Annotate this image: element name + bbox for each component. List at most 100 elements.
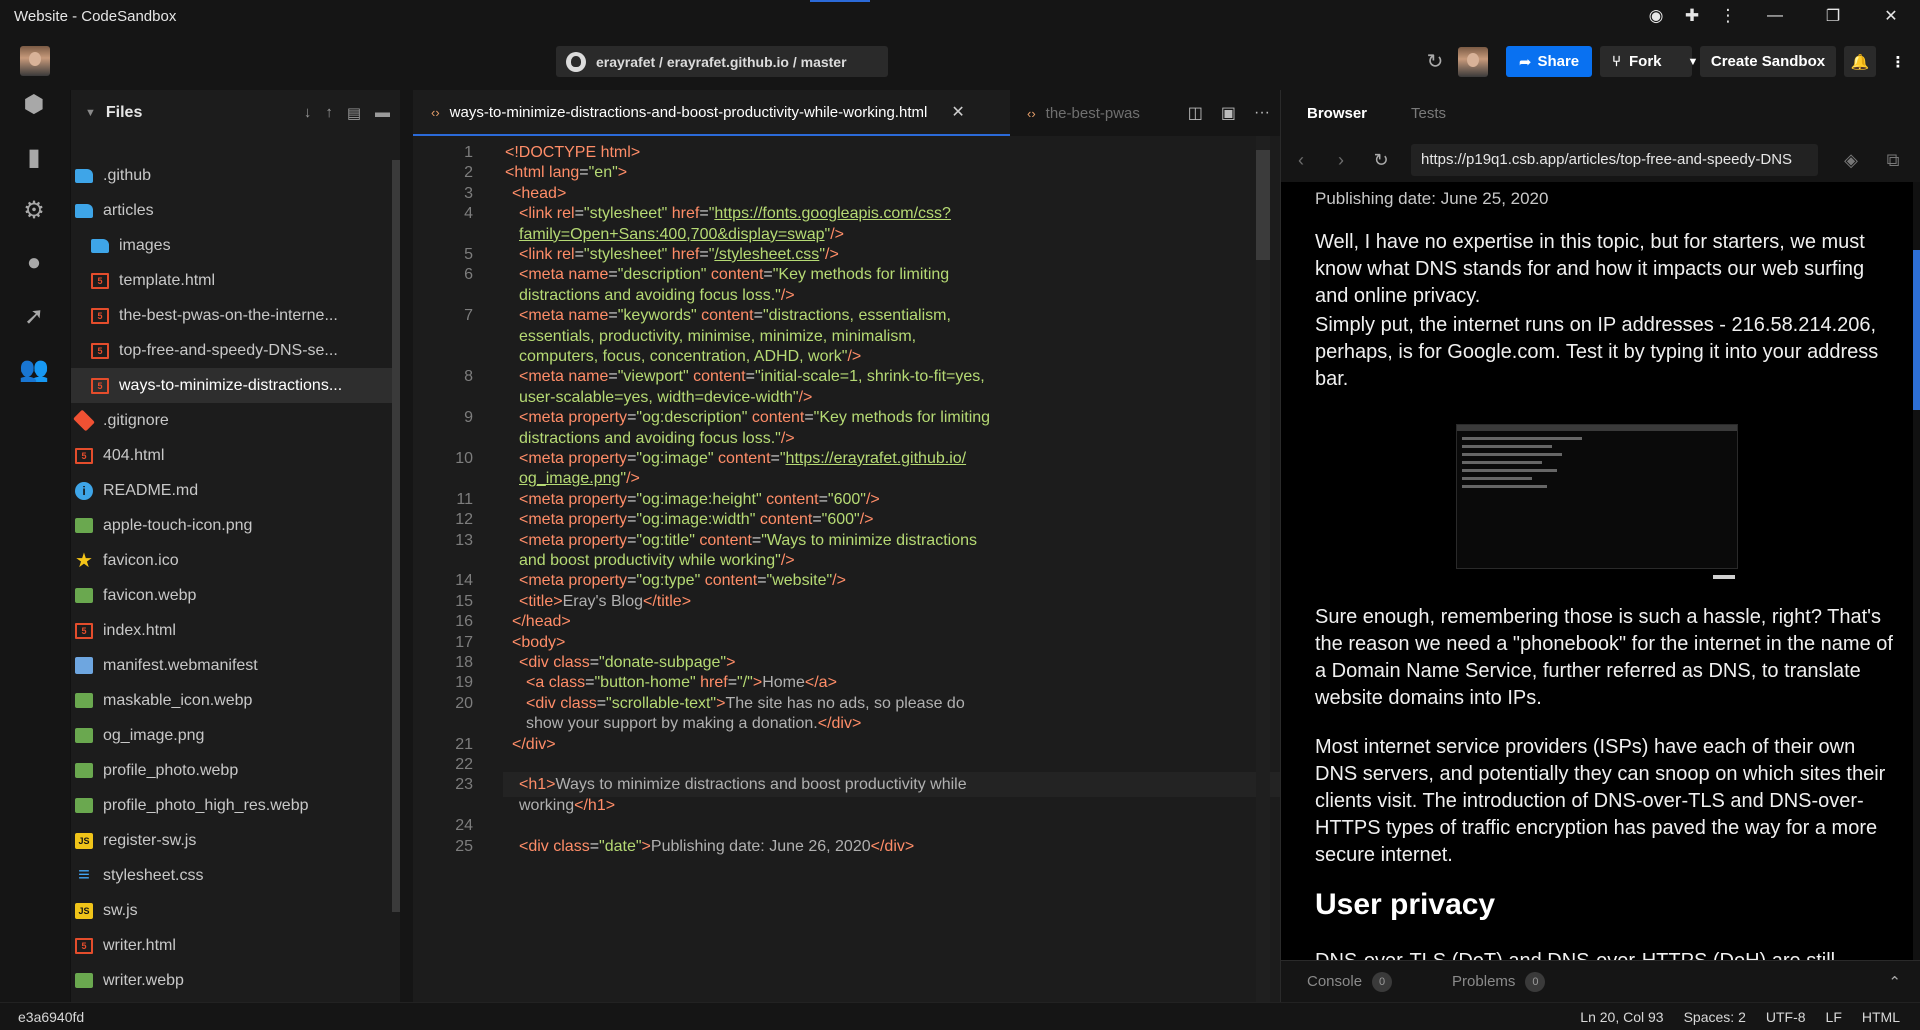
code-token: </div> — [870, 837, 915, 855]
file-item[interactable]: favicon.webp — [71, 578, 399, 613]
file-item[interactable]: JS sw.js — [71, 893, 399, 928]
refresh-icon[interactable]: ↻ — [1420, 49, 1450, 74]
file-item[interactable]: apple-touch-icon.png — [71, 508, 399, 543]
code-token: /> — [626, 470, 640, 488]
file-item[interactable]: i README.md — [71, 473, 399, 508]
fork-button[interactable]: ⑂ Fork ▼ — [1600, 46, 1698, 77]
code-token: href — [671, 205, 700, 223]
image-caption-mark — [1713, 575, 1735, 579]
back-icon[interactable]: ‹ — [1281, 150, 1321, 171]
file-item[interactable]: writer.webp — [71, 963, 399, 998]
html-icon: 5 — [75, 447, 93, 464]
sort-down-icon[interactable]: ↓ — [304, 104, 312, 122]
html-icon: 5 — [91, 307, 109, 324]
browser-menu-icon[interactable]: ⋮ — [1710, 0, 1746, 32]
file-item[interactable]: 5 ways-to-minimize-distractions... — [71, 368, 399, 403]
file-item[interactable]: 5 top-free-and-speedy-DNS-se... — [71, 333, 399, 368]
tab-tests[interactable]: Tests — [1411, 105, 1446, 122]
explorer-header[interactable]: ▼ Files ↓ ↑ ▤ ▬ — [71, 90, 400, 136]
explorer-title: Files — [105, 104, 143, 121]
file-item[interactable]: images — [71, 228, 399, 263]
cube-icon[interactable]: ⬢ — [20, 90, 48, 118]
file-item[interactable]: profile_photo_high_res.webp — [71, 788, 399, 823]
file-item[interactable]: .github — [71, 158, 399, 193]
code-token: = — [751, 531, 762, 549]
new-file-icon[interactable]: ▤ — [347, 104, 361, 122]
repo-selector[interactable]: erayrafet / erayrafet.github.io / master — [556, 46, 888, 77]
editor-more-icon[interactable]: ··· — [1254, 104, 1270, 122]
tab-inactive-file[interactable]: ‹› the-best-pwas — [1027, 90, 1140, 136]
preview-icon[interactable]: ▣ — [1221, 103, 1236, 123]
new-folder-icon[interactable]: ▬ — [375, 104, 390, 122]
more-options-icon[interactable]: ⋮ — [1884, 46, 1912, 77]
tab-active-file[interactable]: ‹› ways-to-minimize-distractions-and-boo… — [413, 90, 1010, 136]
file-item[interactable]: .gitignore — [71, 403, 399, 438]
tab-browser[interactable]: Browser — [1307, 105, 1367, 122]
file-encoding[interactable]: UTF-8 — [1766, 1009, 1806, 1025]
file-item[interactable]: ≡ stylesheet.css — [71, 858, 399, 893]
git-icon — [73, 409, 95, 432]
minimize-button[interactable]: — — [1746, 0, 1804, 32]
explorer-scrollbar[interactable] — [392, 160, 400, 912]
code-token: "keywords" — [617, 307, 702, 325]
commit-hash[interactable]: e3a6940fd — [18, 1009, 84, 1025]
code-token: /> — [780, 286, 795, 304]
line-ending[interactable]: LF — [1826, 1009, 1842, 1025]
github-activity-icon[interactable]: ● — [20, 249, 48, 277]
chevron-up-icon[interactable]: ⌃ — [1888, 973, 1901, 991]
problems-tab[interactable]: Problems — [1452, 973, 1515, 990]
gear-icon[interactable]: ⚙ — [20, 196, 48, 224]
share-button[interactable]: ➦ Share — [1506, 46, 1592, 77]
create-sandbox-button[interactable]: Create Sandbox — [1700, 46, 1836, 77]
files-icon[interactable]: ▮ — [20, 143, 48, 171]
collaborator-avatar[interactable] — [1458, 46, 1488, 77]
preview-page[interactable]: Publishing date: June 25, 2020 Well, I h… — [1281, 182, 1914, 960]
tracking-prevention-icon[interactable]: ◉ — [1638, 0, 1674, 32]
file-item[interactable]: 5 index.html — [71, 613, 399, 648]
file-item[interactable]: maskable_icon.webp — [71, 683, 399, 718]
chevron-down-icon[interactable]: ▼ — [85, 107, 96, 119]
rocket-icon[interactable]: ➚ — [20, 302, 48, 330]
indentation-setting[interactable]: Spaces: 2 — [1684, 1009, 1746, 1025]
close-window-button[interactable]: ✕ — [1862, 0, 1920, 32]
reload-icon[interactable]: ↻ — [1361, 150, 1401, 171]
sort-up-icon[interactable]: ↑ — [325, 104, 333, 122]
language-mode[interactable]: HTML — [1862, 1009, 1900, 1025]
file-item[interactable]: JS register-sw.js — [71, 823, 399, 858]
code-token: = — [589, 654, 600, 671]
file-item[interactable]: 5 404.html — [71, 438, 399, 473]
editor-scrollbar-track[interactable] — [1256, 136, 1270, 1002]
file-name: apple-touch-icon.png — [103, 516, 253, 534]
close-tab-icon[interactable]: ✕ — [951, 102, 964, 122]
code-content[interactable]: 1 <!DOCTYPE html> 2 <html lang="en"> 3 <head>… — [413, 136, 1280, 1002]
console-tab[interactable]: Console — [1307, 973, 1362, 990]
cursor-position[interactable]: Ln 20, Col 93 — [1580, 1009, 1663, 1025]
user-avatar[interactable] — [20, 46, 50, 76]
app-header: erayrafet / erayrafet.github.io / master… — [0, 32, 1920, 90]
code-token: > — [630, 144, 641, 161]
file-item[interactable]: profile_photo.webp — [71, 753, 399, 788]
image-icon — [75, 518, 93, 533]
split-editor-icon[interactable]: ◫ — [1188, 103, 1203, 123]
file-item[interactable]: 5 writer.html — [71, 928, 399, 963]
file-item[interactable]: manifest.webmanifest — [71, 648, 399, 683]
devtools-icon[interactable]: ◈ — [1831, 150, 1871, 171]
file-item[interactable]: 5 the-best-pwas-on-the-interne... — [71, 298, 399, 333]
file-item[interactable]: ★ favicon.ico — [71, 543, 399, 578]
editor-scrollbar-thumb[interactable] — [1256, 150, 1270, 260]
extensions-icon[interactable]: ✚ — [1674, 0, 1710, 32]
code-token: distractions and avoiding focus loss." — [519, 286, 781, 304]
code-token: "600" — [821, 511, 860, 529]
file-item[interactable]: 5 template.html — [71, 263, 399, 298]
open-new-window-icon[interactable]: ⧉ — [1873, 150, 1913, 171]
users-icon[interactable]: 👥 — [19, 355, 49, 383]
file-item[interactable]: og_image.png — [71, 718, 399, 753]
fork-dropdown-icon[interactable]: ▼ — [1688, 56, 1699, 68]
restore-button[interactable]: ❐ — [1804, 0, 1862, 32]
preview-scrollbar-thumb[interactable] — [1913, 250, 1920, 410]
code-token: = — [753, 307, 763, 325]
forward-icon[interactable]: › — [1321, 150, 1361, 171]
notifications-bell-icon[interactable]: 🔔 — [1844, 46, 1876, 77]
file-item[interactable]: articles — [71, 193, 399, 228]
url-bar[interactable]: https://p19q1.csb.app/articles/top-free-… — [1411, 144, 1818, 176]
